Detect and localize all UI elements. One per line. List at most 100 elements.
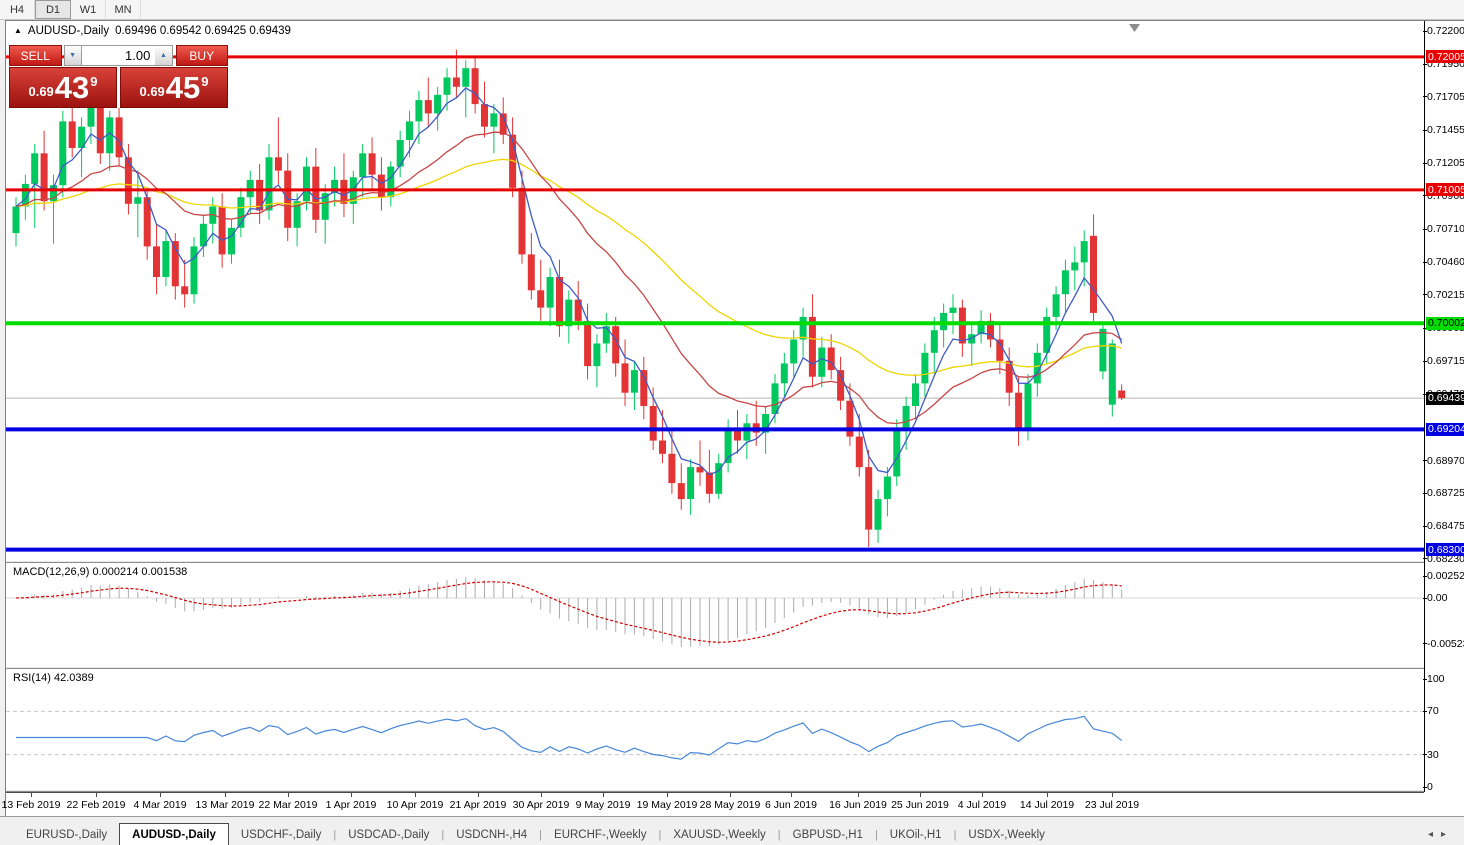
date-tick [31,793,32,797]
rsi-value: 42.0389 [54,672,94,684]
date-tick [791,793,792,797]
timeframe-button-h4[interactable]: H4 [0,0,35,19]
volume-increase-button[interactable]: ▲ [155,45,172,66]
date-label: 10 Apr 2019 [387,799,444,811]
date-label: 22 Feb 2019 [67,799,126,811]
tab-usdcad-daily[interactable]: USDCAD-,Daily [336,824,441,845]
chart-symbol-period: AUDUSD-,Daily [28,25,109,37]
tab-gbpusd-h1[interactable]: GBPUSD-,H1 [781,824,875,845]
price-tick-label: 0.71455 [1427,124,1464,137]
date-tick [96,793,97,797]
price-tick-label: 0.71205 [1427,157,1464,170]
date-label: 6 Jun 2019 [765,799,817,811]
price-tick-label: 0.71705 [1427,90,1464,103]
chart-shift-marker-icon[interactable] [1129,24,1140,32]
price-tick-label: 0.68970 [1427,454,1464,467]
date-label: 4 Mar 2019 [133,799,186,811]
date-tick [160,793,161,797]
tab-usdx-weekly[interactable]: USDX-,Weekly [956,824,1056,845]
date-label: 14 Jul 2019 [1020,799,1074,811]
macd-name: MACD(12,26,9) [13,566,89,578]
sell-price-prefix: 0.69 [28,84,53,99]
tab-scroll-left-icon[interactable]: ◂ [1428,829,1441,840]
chevron-up-icon: ▲ [160,52,167,59]
price-tick-label: 0.70460 [1427,256,1464,269]
date-label: 13 Mar 2019 [196,799,255,811]
rsi-label: RSI(14) 42.0389 [13,672,94,684]
price-tick-label: 0.69715 [1427,355,1464,368]
tab-usdchf-daily[interactable]: USDCHF-,Daily [229,824,334,845]
tab-eurchf-weekly[interactable]: EURCHF-,Weekly [542,824,658,845]
date-label: 1 Apr 2019 [326,799,377,811]
date-label: 30 Apr 2019 [513,799,570,811]
price-level-badge: 0.72005 [1426,50,1464,63]
tab-xauusd-weekly[interactable]: XAUUSD-,Weekly [661,824,777,845]
sell-price-display[interactable]: 0.69 43 9 [9,67,117,108]
date-tick [982,793,983,797]
timeframe-button-d1[interactable]: D1 [35,0,71,19]
buy-price-display[interactable]: 0.69 45 9 [120,67,228,108]
chart-title: ▲ AUDUSD-,Daily 0.69496 0.69542 0.69425 … [14,25,291,37]
date-tick [920,793,921,797]
date-label: 9 May 2019 [576,799,631,811]
macd-pane[interactable]: MACD(12,26,9) 0.000214 0.001538 [6,563,1424,667]
date-tick [603,793,604,797]
tab-scroll-right-icon[interactable]: ▸ [1441,829,1454,840]
price-level-badge: 0.71005 [1426,183,1464,196]
date-tick [1112,793,1113,797]
date-tick [478,793,479,797]
date-label: 13 Feb 2019 [2,799,61,811]
macd-axis-label: -0.005234 [1427,637,1464,650]
rsi-name: RSI(14) [13,672,51,684]
price-level-badge: 0.69204 [1426,423,1464,436]
macd-histogram [16,577,1122,647]
collapse-marker-icon[interactable]: ▲ [14,27,22,35]
price-level-badge: 0.68300 [1426,543,1464,556]
current-price-badge: 0.69439 [1426,392,1464,405]
volume-input[interactable]: 1.00 [82,45,156,66]
tab-ukoil-h1[interactable]: UKOil-,H1 [878,824,954,845]
volume-decrease-button[interactable]: ▼ [64,45,82,66]
chart-ohlc-values: 0.69496 0.69542 0.69425 0.69439 [115,25,291,37]
ma-mid-line [16,132,1122,423]
timeframe-button-w1[interactable]: W1 [71,0,106,19]
rsi-axis-label: 100 [1427,673,1464,686]
macd-values: 0.000214 0.001538 [92,566,187,578]
rsi-pane[interactable]: RSI(14) 42.0389 [6,669,1424,791]
date-tick [351,793,352,797]
price-tick-label: 0.70215 [1427,288,1464,301]
date-tick [288,793,289,797]
price-tick-label: 0.68475 [1427,520,1464,533]
buy-price-big: 45 [166,72,200,103]
tabs-container: EURUSD-,DailyAUDUSD-,DailyUSDCHF-,Daily|… [14,823,1057,845]
rsi-line [16,716,1122,759]
sell-button[interactable]: SELL [9,45,62,66]
date-label: 21 Apr 2019 [450,799,507,811]
tab-usdcnh-h4[interactable]: USDCNH-,H4 [444,824,539,845]
date-tick [541,793,542,797]
timeframe-buttons: H4D1W1MN [0,0,141,19]
ma-fast-line [16,88,1122,475]
tab-eurusd-daily[interactable]: EURUSD-,Daily [14,824,119,845]
tab-audusd-daily[interactable]: AUDUSD-,Daily [119,823,229,845]
timeframe-button-mn[interactable]: MN [106,0,141,19]
buy-button[interactable]: BUY [176,45,229,66]
date-axis[interactable]: 13 Feb 201922 Feb 20194 Mar 201913 Mar 2… [6,792,1424,818]
sell-price-big: 43 [55,72,89,103]
rsi-axis-label: 30 [1427,748,1464,761]
date-tick [667,793,668,797]
rsi-axis-label: 0 [1427,781,1464,794]
price-axis[interactable]: 0.722000.719500.717050.714550.712050.709… [1424,21,1464,792]
macd-axis-label: 0.00 [1427,592,1464,605]
rsi-axis-label: 70 [1427,705,1464,718]
price-level-badge: 0.70002 [1426,317,1464,330]
main-chart-pane[interactable]: ▲ AUDUSD-,Daily 0.69496 0.69542 0.69425 … [6,21,1424,561]
date-label: 4 Jul 2019 [958,799,1006,811]
date-tick [730,793,731,797]
date-label: 19 May 2019 [637,799,698,811]
date-label: 28 May 2019 [700,799,761,811]
tab-scroll-arrows: ◂▸ [1428,829,1454,840]
price-tick-label: 0.70710 [1427,223,1464,236]
buy-price-pip: 9 [201,74,208,89]
chevron-down-icon: ▼ [69,52,76,59]
